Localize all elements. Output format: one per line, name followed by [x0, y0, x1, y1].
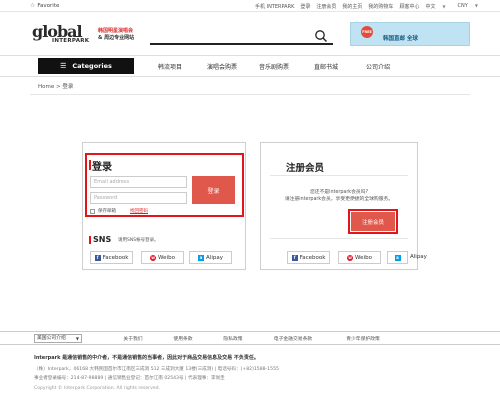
chevron-down-icon: ▼: [474, 3, 478, 8]
language-select[interactable]: 中文 ▼: [425, 3, 451, 10]
divider: [270, 175, 408, 176]
company-select[interactable]: 美国公司介绍 ▼: [34, 334, 82, 343]
top-link-mypage[interactable]: 我的主页: [342, 3, 362, 10]
logo-sub-text: INTERPARK: [52, 38, 90, 44]
facebook-login-button[interactable]: f Facebook: [90, 251, 133, 264]
register-description: 请注册interpark会员，享受更便捷的全球购服务。: [284, 197, 394, 202]
footer-links: 关于我们 使用条款 隐私政策 电子金融交易条款 青少年保护政策: [108, 335, 398, 342]
divider: [30, 94, 470, 95]
weibo-label: Weibo: [158, 254, 175, 261]
footer-link-privacy[interactable]: 隐私政策: [208, 335, 258, 342]
footer-registration-info: 事业者登录编号：214-87-98889 | 通信销售业登记：首尔江南 0254…: [34, 376, 225, 381]
footer-link-terms[interactable]: 使用条款: [158, 335, 208, 342]
promo-banner[interactable]: FREE 韩国直邮 全球: [350, 22, 470, 46]
search-input[interactable]: [150, 28, 333, 45]
alipay-icon: a: [198, 254, 205, 261]
footer-link-ecommerce-terms[interactable]: 电子金融交易条款: [258, 335, 328, 342]
facebook-register-button[interactable]: f Facebook: [287, 251, 330, 264]
facebook-label: Facebook: [299, 254, 326, 261]
weibo-icon: w: [347, 254, 354, 261]
register-question: 您还不是interpark会员吗?: [309, 190, 369, 195]
logo-tagline-1: 韩国明星演唱会: [98, 28, 134, 34]
nav-item-concert-tickets[interactable]: 演唱会购票: [202, 62, 242, 71]
site-logo[interactable]: global INTERPARK 韩国明星演唱会 & 周边专业网站: [30, 22, 140, 46]
company-select-value: 美国公司介绍: [37, 336, 66, 341]
breadcrumb-home[interactable]: Home: [38, 84, 54, 90]
top-link-register[interactable]: 注册会员: [316, 3, 336, 10]
alipay-register-label[interactable]: Alipay: [410, 251, 427, 264]
facebook-icon: f: [291, 254, 298, 261]
facebook-icon: f: [94, 254, 101, 261]
sns-title: SNS: [93, 235, 112, 244]
language-label: 中文: [425, 3, 436, 10]
chevron-down-icon: ▼: [442, 3, 446, 9]
register-title: 注册会员: [286, 163, 325, 174]
categories-label: Categories: [72, 62, 112, 70]
login-title: 登录: [92, 162, 112, 173]
weibo-login-button[interactable]: w Weibo: [141, 251, 184, 264]
alipay-label: Alipay: [206, 254, 223, 261]
keep-email-checkbox[interactable]: [90, 209, 95, 214]
top-link-mobile[interactable]: 手机 INTERPARK: [255, 3, 294, 10]
footer-company-info: （株）Interpark，06168 大韩民国首尔市江南区三成洞 512 三成洞…: [34, 367, 279, 372]
nav-links: 韩流项目 演唱会购票 音乐剧购票 直邮书城 公司介绍: [150, 58, 410, 74]
weibo-register-button[interactable]: w Weibo: [338, 251, 381, 264]
star-icon: ☆: [30, 2, 36, 9]
alipay-login-button[interactable]: a Alipay: [189, 251, 232, 264]
currency-select[interactable]: CNY ▼: [458, 3, 484, 9]
nav-item-bookstore[interactable]: 直邮书城: [306, 62, 346, 71]
top-nav: 手机 INTERPARK 登录 注册会员 我的主页 我的购物车 顾客中心 中文 ▼…: [255, 2, 490, 10]
breadcrumb-current: 登录: [62, 84, 74, 90]
divider: [270, 238, 408, 239]
weibo-icon: w: [150, 254, 157, 261]
title-accent-bar: [89, 160, 91, 170]
password-field[interactable]: Password: [90, 192, 187, 204]
menu-icon: ☰: [60, 62, 67, 70]
currency-label: CNY: [457, 3, 468, 9]
banner-text: 韩国直邮 全球: [383, 36, 418, 42]
free-badge: FREE: [361, 26, 373, 38]
breadcrumb-separator: >: [56, 84, 61, 90]
forgot-password-link[interactable]: 找回密码: [130, 208, 148, 214]
footer-link-about[interactable]: 关于我们: [108, 335, 158, 342]
weibo-label: Weibo: [355, 254, 372, 261]
email-field[interactable]: Email address: [90, 176, 187, 188]
breadcrumb: Home > 登录: [38, 82, 73, 90]
nav-item-company[interactable]: 公司介绍: [358, 62, 398, 71]
keep-email-label: 保存邮箱: [98, 209, 116, 214]
footer-copyright: Copyright © Interpark Corporation. All r…: [34, 386, 160, 391]
categories-button[interactable]: ☰ Categories: [38, 58, 134, 74]
footer-link-youth-policy[interactable]: 青少年保护政策: [328, 335, 398, 342]
nav-item-musical-tickets[interactable]: 音乐剧购票: [254, 62, 294, 71]
alipay-register-button[interactable]: a: [387, 251, 408, 264]
nav-item-hallyu[interactable]: 韩流项目: [150, 62, 190, 71]
title-accent-bar: [89, 236, 91, 244]
facebook-label: Facebook: [102, 254, 129, 261]
footer-description: Interpark 是通信销售的中介者，不是通信销售的当事者，因此对于商品交易信…: [34, 355, 259, 361]
top-link-cart[interactable]: 我的购物车: [368, 3, 393, 10]
favorite-label: Favorite: [37, 2, 60, 9]
sns-description: 请用SNS帐号登录。: [118, 238, 159, 243]
search-icon[interactable]: [314, 29, 328, 43]
favorite-link[interactable]: ☆ Favorite: [30, 2, 59, 9]
login-button[interactable]: 登录: [192, 176, 235, 204]
top-link-customer-center[interactable]: 顾客中心: [399, 3, 419, 10]
top-link-login[interactable]: 登录: [300, 3, 310, 10]
chevron-down-icon: ▼: [75, 336, 79, 341]
register-button[interactable]: 注册会员: [351, 212, 395, 231]
logo-tagline-2: & 周边专业网站: [98, 35, 135, 41]
alipay-icon: a: [394, 254, 401, 261]
